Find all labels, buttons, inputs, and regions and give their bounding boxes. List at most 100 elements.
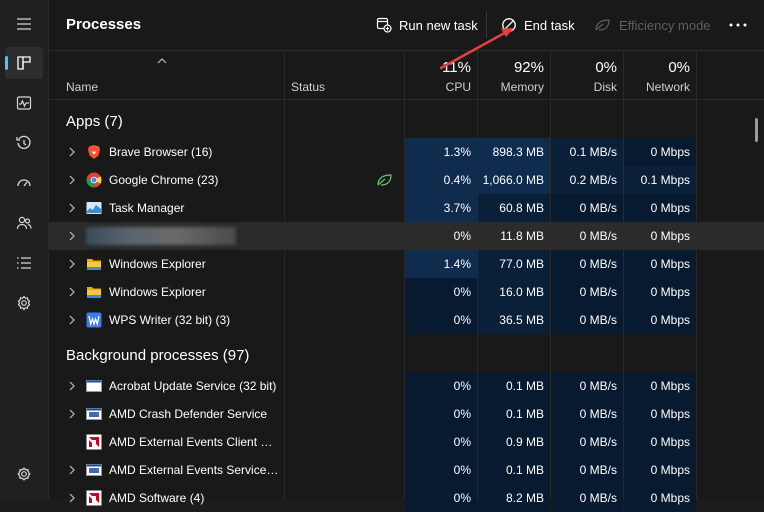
app-history-icon <box>16 135 31 149</box>
memory-value: 60.8 MB <box>478 194 550 222</box>
nav-services[interactable] <box>5 287 43 319</box>
nav-details[interactable] <box>5 247 43 279</box>
network-value: 0 Mbps <box>624 428 696 456</box>
column-disk[interactable]: 0% Disk <box>551 51 623 99</box>
memory-value: 0.9 MB <box>478 428 550 456</box>
column-name-label: Name <box>66 80 99 94</box>
memory-value: 0.1 MB <box>478 372 550 400</box>
network-value: 0 Mbps <box>624 456 696 484</box>
chevron-right-icon[interactable] <box>66 286 78 298</box>
disk-value: 0 MB/s <box>551 428 623 456</box>
folder-icon <box>87 287 101 298</box>
column-disk-label: Disk <box>593 80 617 94</box>
column-cpu-label: CPU <box>445 80 471 94</box>
memory-value: 0.1 MB <box>478 400 550 428</box>
process-row[interactable]: AMD Software (4) 0% 8.2 MB 0 MB/s 0 Mbps <box>49 484 764 512</box>
process-name: AMD External Events Client Module <box>109 435 281 449</box>
end-task-label: End task <box>524 17 575 33</box>
cpu-value: 0% <box>405 306 477 334</box>
column-cpu[interactable]: 11% CPU <box>405 51 477 99</box>
process-row[interactable]: WPS Writer (32 bit) (3) 0% 36.5 MB 0 MB/… <box>49 306 764 334</box>
process-row[interactable]: Brave Browser (16) 1.3% 898.3 MB 0.1 MB/… <box>49 138 764 166</box>
memory-value: 77.0 MB <box>478 250 550 278</box>
process-row-selected[interactable]: 0% 11.8 MB 0 MB/s 0 Mbps <box>49 222 764 250</box>
efficiency-mode-button[interactable]: Efficiency mode <box>594 15 711 35</box>
nav-performance[interactable] <box>5 87 43 119</box>
command-bar: Processes Run new task End task Efficien… <box>49 0 764 50</box>
memory-total-percent: 92% <box>513 59 544 76</box>
chevron-right-icon[interactable] <box>66 230 78 242</box>
column-name[interactable]: Name <box>49 51 284 99</box>
service-window-icon <box>86 464 102 476</box>
folder-icon <box>87 259 101 270</box>
run-new-task-icon <box>376 17 392 33</box>
disk-value: 0 MB/s <box>551 306 623 334</box>
chevron-right-icon[interactable] <box>66 174 78 186</box>
nav-processes[interactable] <box>5 47 43 79</box>
chevron-right-icon[interactable] <box>66 408 78 420</box>
network-total-percent: 0% <box>668 59 690 76</box>
column-memory[interactable]: 92% Memory <box>478 51 550 99</box>
disk-value: 0 MB/s <box>551 250 623 278</box>
nav-users[interactable] <box>5 207 43 239</box>
chevron-right-icon[interactable] <box>66 202 78 214</box>
more-options-button[interactable] <box>729 15 747 35</box>
disk-value: 0 MB/s <box>551 372 623 400</box>
run-new-task-button[interactable]: Run new task <box>376 15 478 35</box>
nav-app-history[interactable] <box>5 127 43 159</box>
memory-value: 898.3 MB <box>478 138 550 166</box>
chevron-right-icon[interactable] <box>66 464 78 476</box>
column-status-label: Status <box>291 80 326 94</box>
disk-value: 0 MB/s <box>551 484 623 512</box>
end-task-button[interactable]: End task <box>501 15 575 35</box>
vertical-scrollbar[interactable] <box>755 118 758 142</box>
nav-settings[interactable] <box>5 458 43 490</box>
brave-icon <box>88 145 100 159</box>
chevron-right-icon[interactable] <box>66 492 78 504</box>
service-window-icon <box>86 380 102 392</box>
cpu-value: 0% <box>405 428 477 456</box>
column-status[interactable]: Status <box>285 51 404 99</box>
page-title: Processes <box>66 16 142 33</box>
performance-icon <box>16 96 32 110</box>
process-row[interactable]: Windows Explorer 1.4% 77.0 MB 0 MB/s 0 M… <box>49 250 764 278</box>
disk-value: 0.1 MB/s <box>551 138 623 166</box>
settings-icon <box>17 467 31 481</box>
group-header-apps: Apps (7) <box>66 113 123 130</box>
nav-startup-apps[interactable] <box>5 167 43 199</box>
details-icon <box>17 257 31 269</box>
chevron-right-icon[interactable] <box>66 258 78 270</box>
chevron-right-icon[interactable] <box>66 380 78 392</box>
efficiency-mode-leaf-icon <box>377 174 392 186</box>
network-value: 0.1 Mbps <box>624 166 696 194</box>
process-name: WPS Writer (32 bit) (3) <box>109 313 231 327</box>
disk-value: 0 MB/s <box>551 400 623 428</box>
chevron-right-icon[interactable] <box>66 146 78 158</box>
network-value: 0 Mbps <box>624 278 696 306</box>
process-name: Acrobat Update Service (32 bit) <box>109 379 277 393</box>
process-row[interactable]: Windows Explorer 0% 16.0 MB 0 MB/s 0 Mbp… <box>49 278 764 306</box>
process-row[interactable]: Acrobat Update Service (32 bit) 0% 0.1 M… <box>49 372 764 400</box>
column-network[interactable]: 0% Network <box>624 51 696 99</box>
disk-total-percent: 0% <box>595 59 617 76</box>
process-name: Windows Explorer <box>109 285 206 299</box>
process-row[interactable]: Task Manager 3.7% 60.8 MB 0 MB/s 0 Mbps <box>49 194 764 222</box>
hamburger-menu-button[interactable] <box>5 8 43 40</box>
network-value: 0 Mbps <box>624 484 696 512</box>
cpu-value: 0% <box>405 278 477 306</box>
cpu-value: 0% <box>405 484 477 512</box>
process-row[interactable]: Google Chrome (23) 0.4% 1,066.0 MB 0.2 M… <box>49 166 764 194</box>
network-value: 0 Mbps <box>624 306 696 334</box>
process-name: Task Manager <box>109 201 185 215</box>
cpu-value: 3.7% <box>405 194 477 222</box>
network-value: 0 Mbps <box>650 229 690 243</box>
process-row[interactable]: AMD Crash Defender Service 0% 0.1 MB 0 M… <box>49 400 764 428</box>
chevron-right-icon[interactable] <box>66 314 78 326</box>
amd-icon <box>86 490 102 506</box>
service-window-icon <box>86 408 102 420</box>
process-name: Brave Browser (16) <box>109 145 213 159</box>
group-header-background: Background processes (97) <box>66 347 250 364</box>
processes-panel: Processes Run new task End task Efficien… <box>48 0 764 512</box>
process-row[interactable]: AMD External Events Client Module 0% 0.9… <box>49 428 764 456</box>
process-row[interactable]: AMD External Events Service Module 0% 0.… <box>49 456 764 484</box>
